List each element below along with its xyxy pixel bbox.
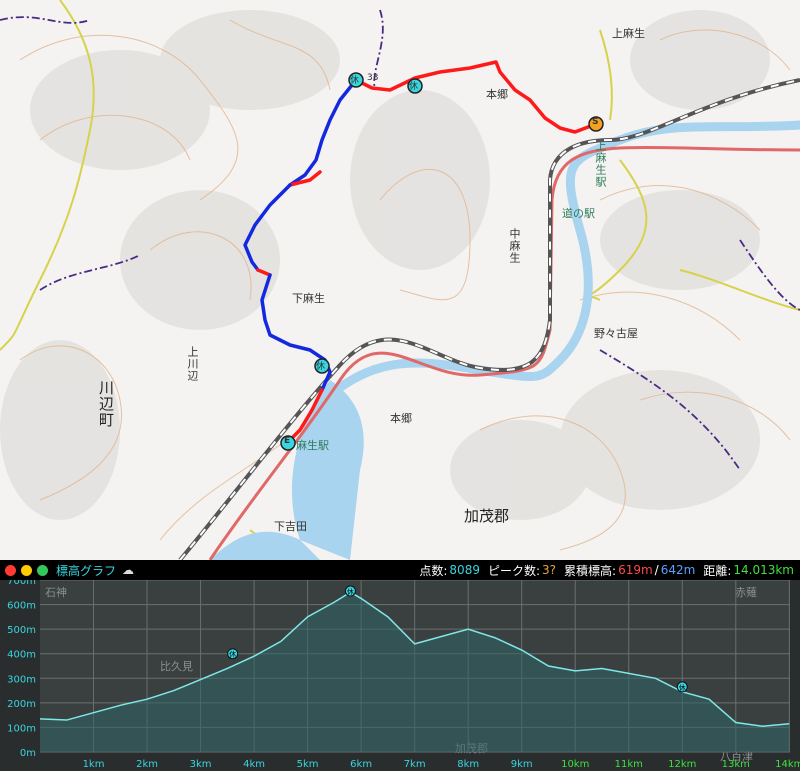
close-dot-icon[interactable] (5, 564, 16, 576)
y-tick-label: 300m (7, 674, 36, 685)
place-nonogoya: 野々古屋 (594, 327, 638, 340)
y-tick-label: 100m (7, 723, 36, 734)
y-tick-label: 400m (7, 650, 36, 661)
distance-label: 距離: (703, 563, 732, 578)
rest-marker-graph-label: 休 (229, 650, 236, 659)
gain-sep: / (654, 563, 659, 577)
maximize-dot-icon[interactable] (37, 564, 48, 576)
x-tick-label: 3km (190, 759, 212, 770)
rest-marker-river-label: 休 (316, 362, 326, 372)
map-view[interactable]: S E 休 休 休 33 上麻生 本郷 上麻生駅 道の駅 中麻生 下麻生 上川辺… (0, 0, 800, 560)
gain-label: 累積標高: (564, 563, 617, 578)
peaks-value: 3? (542, 563, 557, 577)
rest-marker-graph-label: 休 (679, 683, 686, 692)
x-tick-label: 11km (615, 759, 643, 770)
points-label: 点数: (419, 563, 448, 578)
x-tick-labels: 1km 2km 3km 4km 5km 6km 7km 8km 9km 10km 11km 12km 1… (83, 759, 800, 770)
points-value: 8089 (449, 563, 480, 577)
x-tick-label: 7km (404, 759, 426, 770)
x-tick-label: 2km (136, 759, 158, 770)
x-tick-label: 4km (243, 759, 265, 770)
rest-marker-summit-label: 休 (350, 76, 360, 86)
place-shimo-yoshida: 下吉田 (274, 520, 307, 533)
place-hongo-south: 本郷 (390, 412, 412, 425)
bg-label-hisami: 比久見 (160, 660, 193, 673)
place-hongo-north: 本郷 (486, 88, 508, 101)
peaks-label: ピーク数: (487, 563, 541, 578)
y-tick-label: 0m (20, 748, 36, 759)
y-tick-label: 600m (7, 601, 36, 612)
x-tick-label: 14km (775, 759, 800, 770)
y-tick-label: 500m (7, 625, 36, 636)
x-tick-label: 5km (297, 759, 319, 770)
x-tick-label: 8km (457, 759, 479, 770)
gain-down: 642m (660, 563, 696, 577)
station-aso: 麻生駅 (296, 439, 329, 452)
start-marker-label: S (592, 117, 599, 127)
minimize-dot-icon[interactable] (21, 564, 32, 576)
x-tick-label: 13km (722, 759, 750, 770)
station-kami-aso: 上麻生駅 (594, 140, 607, 188)
town-kawabe: 川辺町 (97, 380, 115, 428)
x-tick-label: 1km (83, 759, 105, 770)
x-tick-label: 6km (350, 759, 372, 770)
place-kami-kawabe: 上川辺 (186, 346, 199, 382)
district-kamo: 加茂郡 (464, 507, 510, 525)
elevation-graph-panel: 標高グラフ ☁ 点数: 8089 ピーク数: 3? 累積標高: 619m / 6… (0, 560, 800, 771)
place-naka-aso: 中麻生 (508, 228, 521, 264)
map-canvas (0, 0, 800, 560)
place-shimo-aso: 下麻生 (292, 292, 325, 305)
x-tick-label: 10km (561, 759, 589, 770)
rest-marker-ridge-label: 休 (409, 82, 419, 92)
place-kami-aso: 上麻生 (612, 27, 645, 40)
rest-marker-graph-label: 休 (347, 587, 354, 596)
graph-toolbar: 標高グラフ ☁ 点数: 8089 ピーク数: 3? 累積標高: 619m / 6… (0, 560, 800, 580)
elevation-chart[interactable]: 石神比久見加茂郡八百津赤薙 0m100m200m300m400m500m600m… (0, 580, 800, 771)
x-tick-label: 12km (668, 759, 696, 770)
graph-title: 標高グラフ (56, 563, 117, 578)
y-tick-labels: 0m 100m 200m 300m 400m 500m 600m 700m (7, 580, 36, 759)
end-marker-label: E (284, 436, 291, 446)
michi-no-eki: 道の駅 (562, 207, 595, 220)
graph-stats: 点数: 8089 ピーク数: 3? 累積標高: 619m / 642m 距離: … (419, 560, 794, 580)
distance-value: 14.013km (733, 563, 794, 577)
y-tick-label: 700m (7, 580, 36, 587)
cloud-icon[interactable]: ☁ (122, 563, 134, 577)
y-tick-label: 200m (7, 699, 36, 710)
bg-label-akahane: 赤薙 (735, 586, 757, 599)
summit-number: 33 (367, 73, 379, 83)
bg-label-ishigami: 石神 (45, 585, 67, 599)
x-tick-label: 9km (511, 759, 533, 770)
gain-up: 619m (618, 563, 653, 577)
